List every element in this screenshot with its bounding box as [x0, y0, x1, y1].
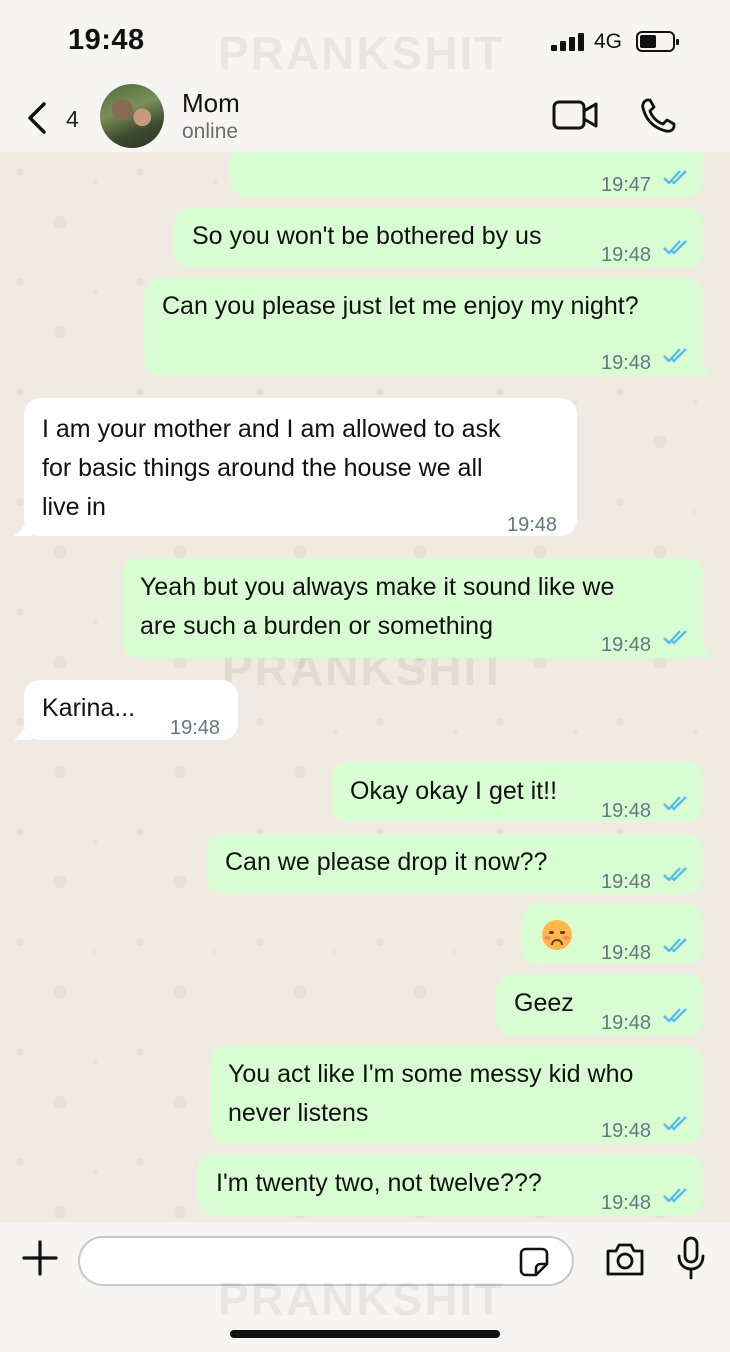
read-receipt-icon: [663, 1116, 687, 1131]
message-time: 19:48: [601, 634, 652, 656]
message-bubble-outgoing[interactable]: Can we please drop it now?? 19:48: [207, 834, 703, 894]
status-time: 19:48: [68, 24, 145, 56]
read-receipt-icon: [663, 170, 687, 185]
message-text: Karina...: [42, 694, 136, 722]
phone-icon[interactable]: [638, 96, 678, 136]
message-text: I am your mother and I am allowed to ask…: [42, 415, 501, 521]
chevron-left-icon[interactable]: [22, 98, 52, 138]
camera-icon[interactable]: [604, 1240, 646, 1278]
read-receipt-icon: [663, 630, 687, 645]
read-receipt-icon: [663, 1188, 687, 1203]
home-indicator[interactable]: [230, 1330, 500, 1338]
contact-status: online: [182, 120, 239, 143]
message-text: I'm twenty two, not twelve???: [216, 1169, 542, 1197]
read-receipt-icon: [663, 867, 687, 882]
bubble-tail: [14, 518, 32, 536]
message-bubble-outgoing[interactable]: Yeah but you always make it sound like w…: [122, 558, 713, 658]
message-bubble-outgoing[interactable]: You act like I'm some messy kid who neve…: [210, 1046, 703, 1144]
message-time: 19:47: [601, 174, 652, 196]
read-receipt-icon: [663, 938, 687, 953]
status-bar: 19:48 PRANKSHIT 4G: [0, 0, 730, 84]
signal-bars-icon: [551, 33, 585, 51]
plus-icon[interactable]: [22, 1240, 58, 1276]
message-time: 19:48: [601, 244, 652, 266]
message-time: 19:48: [601, 1012, 652, 1034]
message-time: 19:48: [601, 800, 652, 822]
watermark-text: PRANKSHIT: [218, 1273, 505, 1325]
read-receipt-icon: [663, 348, 687, 363]
pleading-face-emoji: [542, 920, 572, 950]
message-time: 19:48: [601, 1192, 652, 1214]
message-text: Yeah but you always make it sound like w…: [140, 573, 615, 640]
message-time: 19:48: [170, 717, 221, 739]
avatar[interactable]: [100, 84, 164, 148]
read-receipt-icon: [663, 1008, 687, 1023]
message-list[interactable]: PRANKSHIT 19:47 So you won't be bothered…: [0, 152, 730, 1222]
message-text: Can you please just let me enjoy my nigh…: [162, 292, 639, 320]
contact-name[interactable]: Mom: [182, 88, 240, 119]
read-receipt-icon: [663, 240, 687, 255]
battery-icon: [636, 31, 679, 52]
bubble-tail: [695, 358, 713, 376]
video-camera-icon[interactable]: [552, 98, 600, 132]
message-bubble-outgoing[interactable]: I'm twenty two, not twelve??? 19:48: [198, 1154, 703, 1216]
message-text: So you won't be bothered by us: [192, 222, 542, 250]
message-bubble-incoming[interactable]: I am your mother and I am allowed to ask…: [14, 398, 577, 536]
message-bubble-outgoing[interactable]: Okay okay I get it!! 19:48: [332, 762, 703, 822]
message-bubble-outgoing[interactable]: Geez 19:48: [496, 974, 703, 1036]
message-time: 19:48: [601, 871, 652, 893]
sticker-icon[interactable]: [518, 1246, 550, 1278]
input-bar: PRANKSHIT: [0, 1222, 730, 1352]
bubble-tail: [695, 640, 713, 658]
message-bubble-outgoing[interactable]: 19:47: [230, 152, 703, 197]
message-text: Can we please drop it now??: [225, 848, 548, 876]
message-text: Geez: [514, 989, 574, 1017]
unread-count[interactable]: 4: [66, 106, 79, 133]
watermark-text: PRANKSHIT: [218, 27, 505, 79]
message-bubble-outgoing[interactable]: Can you please just let me enjoy my nigh…: [144, 278, 713, 376]
message-time: 19:48: [601, 1120, 652, 1142]
message-bubble-outgoing[interactable]: 19:48: [521, 904, 703, 964]
read-receipt-icon: [663, 796, 687, 811]
bubble-tail: [14, 722, 32, 740]
message-time: 19:48: [601, 942, 652, 964]
chat-header: 4 Mom online: [0, 84, 730, 152]
message-time: 19:48: [601, 352, 652, 374]
message-time: 19:48: [507, 514, 558, 536]
microphone-icon[interactable]: [676, 1236, 706, 1280]
message-bubble-outgoing[interactable]: So you won't be bothered by us 19:48: [174, 208, 703, 268]
message-text: You act like I'm some messy kid who neve…: [228, 1060, 634, 1127]
message-bubble-incoming[interactable]: Karina... 19:48: [14, 680, 238, 740]
message-text: Okay okay I get it!!: [350, 777, 558, 805]
network-label: 4G: [594, 30, 623, 53]
